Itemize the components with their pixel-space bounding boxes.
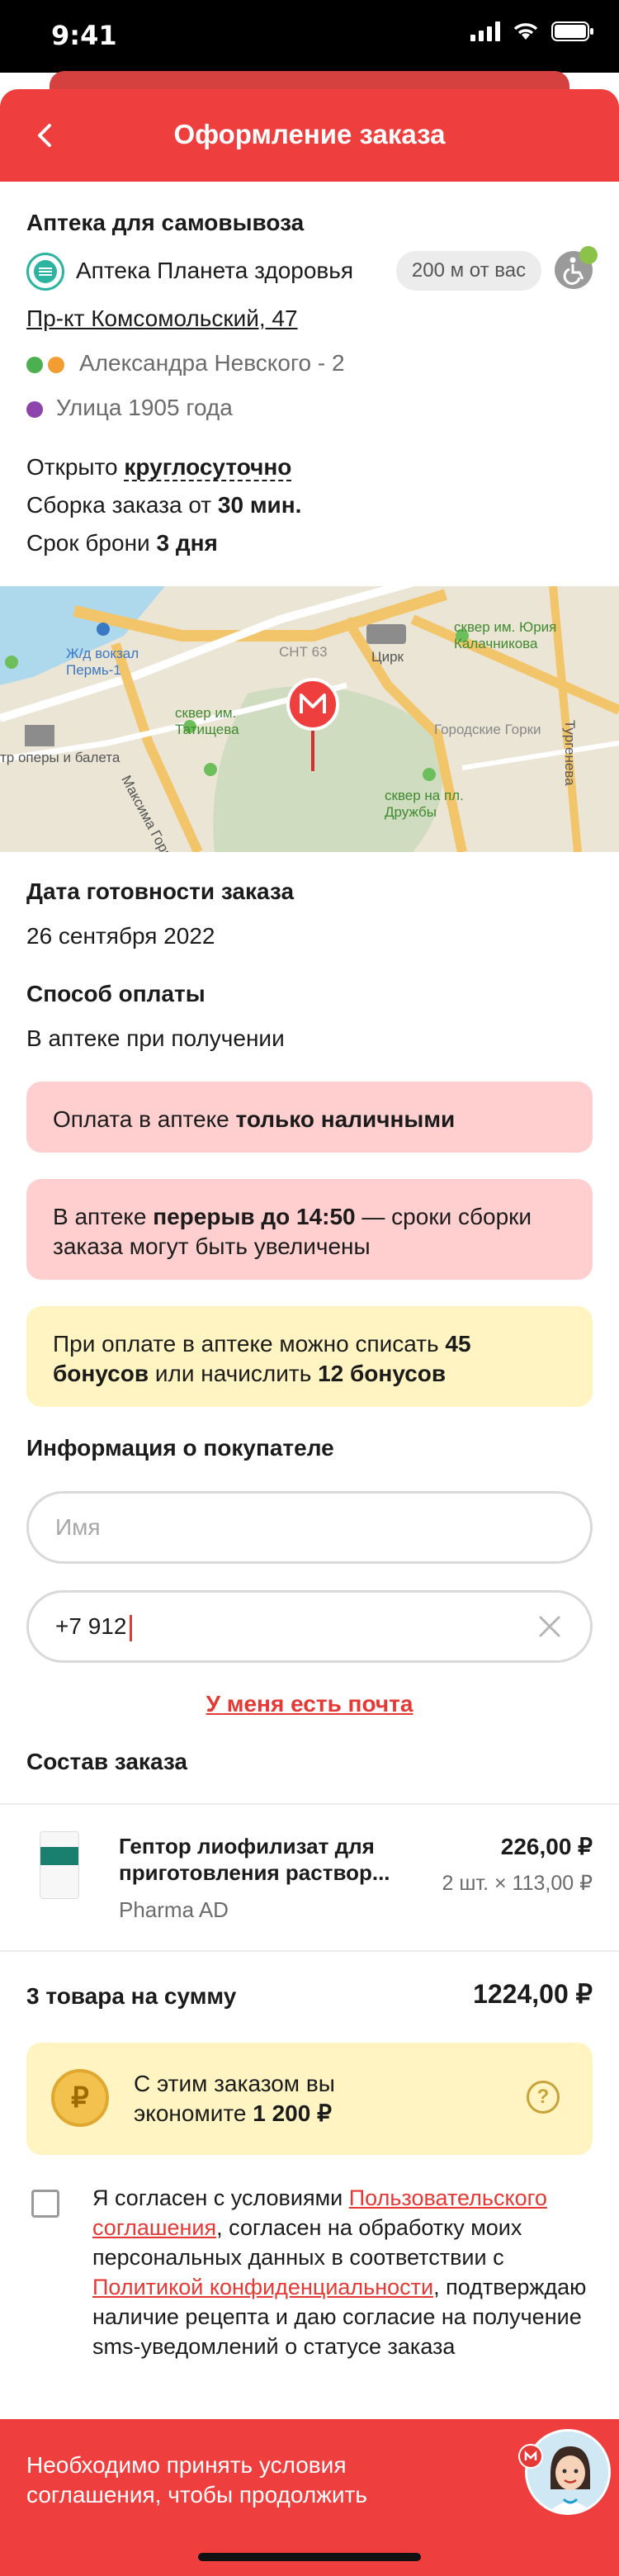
home-indicator[interactable] [198, 2553, 421, 2561]
savings-value: 1 200 ₽ [253, 2100, 332, 2126]
payment-title: Способ оплаты [26, 981, 206, 1006]
name-input[interactable]: Имя [26, 1491, 593, 1564]
map-pin-icon[interactable] [286, 677, 340, 773]
help-icon[interactable]: ? [527, 2081, 560, 2114]
wifi-icon [513, 23, 538, 40]
reserve-term-label: Срок брони [26, 530, 157, 556]
agreement-text-1: Я согласен с условиями [92, 2185, 349, 2210]
savings-card: ₽ С этим заказом вы экономите 1 200 ₽ ? [26, 2043, 593, 2155]
pharmacy-logo-icon [26, 253, 64, 291]
name-input-placeholder: Имя [55, 1514, 101, 1540]
reserve-term: Срок брони 3 дня [26, 530, 218, 556]
readiness-date: 26 сентября 2022 [26, 923, 215, 949]
metro-station-1: Александра Невского - 2 [79, 350, 345, 376]
payment-method: В аптеке при получении [26, 1025, 285, 1051]
metro-line-green-icon [26, 357, 43, 373]
order-title: Состав заказа [26, 1749, 187, 1774]
text-cursor [130, 1614, 133, 1641]
map-label-turgeneva: Тургенева [562, 720, 578, 786]
header: Оформление заказа [0, 89, 619, 182]
assistant-logo-badge-icon [518, 2444, 543, 2469]
pickup-section-title: Аптека для самовывоза [26, 210, 305, 235]
divider [0, 1803, 619, 1805]
clear-icon[interactable] [537, 1614, 562, 1639]
pharmacy-name: Аптека Планета здоровья [76, 258, 354, 283]
cash-notice-text: Оплата в аптеке [53, 1106, 236, 1132]
open-hours: Открыто круглосуточно [26, 454, 292, 481]
cash-notice-bold: только наличными [235, 1106, 456, 1132]
bonus-earn-value: 12 бонусов [318, 1361, 447, 1386]
bonus-notice-mid: или начислить [149, 1361, 319, 1386]
ruble-coin-icon: ₽ [51, 2069, 109, 2127]
map-label-square-2: сквер им. Юрия Калачникова [454, 619, 557, 651]
pharmacy-address[interactable]: Пр-кт Комсомольский, 47 [26, 305, 298, 332]
product-name[interactable]: Гептор лиофилизат для приготовления раст… [119, 1833, 391, 1886]
map-label-station: Ж/д вокзал Пермь-1 [66, 646, 139, 678]
phone-input-value: +7 912 [55, 1613, 127, 1639]
product-quantity: 2 шт. × 113,00 ₽ [442, 1872, 593, 1895]
phone-input[interactable]: +7 912 [26, 1590, 593, 1663]
product-maker: Pharma AD [119, 1897, 229, 1922]
order-total-label: 3 товара на сумму [26, 1983, 237, 2009]
status-bar: 9:41 [0, 0, 619, 73]
status-time: 9:41 [51, 20, 117, 51]
bottom-bar-message: Необходимо принять условия соглашения, ч… [26, 2452, 367, 2507]
break-notice-bold: перерыв до 14:50 [153, 1204, 356, 1229]
accessibility-check-icon [579, 246, 598, 264]
status-icons [470, 21, 594, 41]
distance-badge: 200 м от вас [396, 251, 541, 291]
metro-line-orange-icon [48, 357, 64, 373]
buyer-title: Информация о покупателе [26, 1435, 334, 1461]
assembly-time-value: 30 мин. [217, 492, 302, 518]
metro-station-2: Улица 1905 года [56, 395, 233, 420]
order-total-value: 1224,00 ₽ [473, 1979, 593, 2009]
agreement-text: Я согласен с условиями Пользовательского… [92, 2183, 596, 2361]
bonus-notice: При оплате в аптеке можно списать 45 бон… [26, 1306, 593, 1407]
map-label-square-1: сквер им. Татищева [175, 705, 239, 737]
assembly-time-label: Сборка заказа от [26, 492, 218, 518]
open-hours-value[interactable]: круглосуточно [124, 454, 292, 481]
map-label-theatre: тр оперы и балета [0, 750, 120, 765]
divider [0, 1950, 619, 1952]
map-label-square-3: сквер на пл. Дружбы [385, 788, 464, 820]
signal-icon [470, 21, 500, 41]
bonus-notice-text: При оплате в аптеке можно списать [53, 1331, 446, 1357]
break-notice-text: В аптеке [53, 1204, 154, 1229]
map-label-snt: СНТ 63 [279, 644, 328, 660]
metro-line-purple-icon [26, 401, 43, 418]
assistant-avatar[interactable] [525, 2429, 611, 2515]
accessibility-icon [555, 246, 598, 289]
map-label-gorki: Городские Горки [434, 722, 541, 737]
product-price: 226,00 ₽ [500, 1834, 593, 1859]
open-hours-label: Открыто [26, 454, 125, 480]
assembly-time: Сборка заказа от 30 мин. [26, 492, 301, 519]
battery-icon [551, 21, 593, 41]
cash-notice: Оплата в аптеке только наличными [26, 1082, 593, 1153]
page-title: Оформление заказа [173, 119, 446, 149]
pharmacy-map[interactable]: Ж/д вокзал Пермь-1 сквер им. Татищева ск… [0, 586, 619, 852]
map-label-circus: Цирк [371, 649, 404, 665]
privacy-policy-link[interactable]: Политикой конфиденциальности [92, 2275, 433, 2299]
break-notice: В аптеке перерыв до 14:50 — сроки сборки… [26, 1179, 593, 1280]
readiness-title: Дата готовности заказа [26, 878, 295, 904]
agreement-checkbox[interactable] [31, 2190, 59, 2218]
have-email-link[interactable]: У меня есть почта [0, 1691, 619, 1717]
product-image [40, 1831, 79, 1899]
savings-text: С этим заказом вы экономите 1 200 ₽ [134, 2069, 381, 2129]
reserve-term-value: 3 дня [156, 530, 218, 556]
